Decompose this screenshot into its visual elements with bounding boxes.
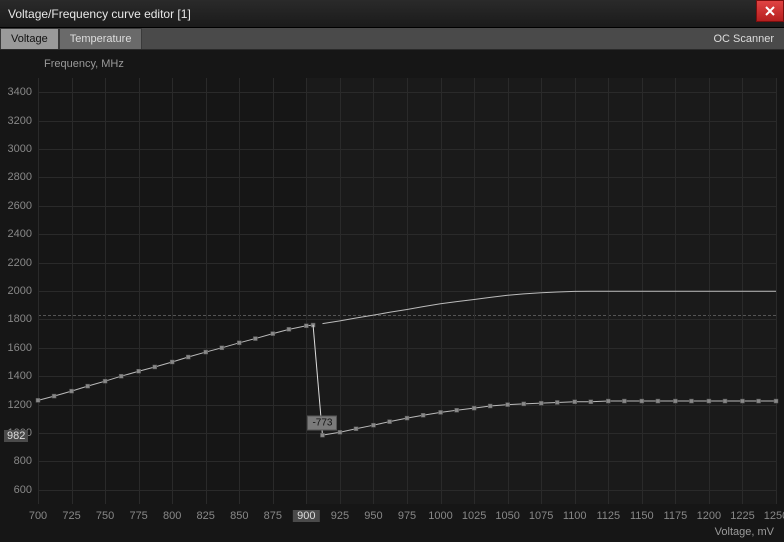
tab-temperature[interactable]: Temperature [59,28,143,49]
y-axis-label: Frequency, MHz [44,58,124,70]
gridline-vertical [776,78,777,504]
close-icon [765,6,775,16]
x-tick-label: 825 [197,510,215,522]
x-tick-label: 975 [398,510,416,522]
x-tick-label: 1075 [529,510,553,522]
y-tick-label: 1600 [0,342,34,354]
oc-scanner-label: OC Scanner [713,33,774,45]
x-tick-label: 925 [331,510,349,522]
y-tick-label: 1400 [0,370,34,382]
x-tick-label: 750 [96,510,114,522]
x-tick-label: 1225 [730,510,754,522]
y-tick-label: 2800 [0,171,34,183]
y-tick-label: 3000 [0,143,34,155]
x-tick-label: 950 [364,510,382,522]
x-tick-label: 1100 [563,510,587,522]
x-tick-label: 1150 [630,510,654,522]
x-tick-label: 1050 [495,510,519,522]
x-tick-label: 1175 [664,510,688,522]
chart-area[interactable]: Frequency, MHz Voltage, mV -773 600 800 10… [0,50,784,542]
y-tick-label: 3400 [0,86,34,98]
x-tick-label: 800 [163,510,181,522]
close-button[interactable] [756,0,784,22]
y-tick-label: 2400 [0,228,34,240]
x-tick-label: 1025 [462,510,486,522]
x-tick-label: 700 [29,510,47,522]
x-tick-label: 775 [129,510,147,522]
x-tick-label: 875 [264,510,282,522]
y-tick-label: 800 [0,455,34,467]
x-tick-label: 1000 [428,510,452,522]
x-tick-label: 725 [62,510,80,522]
x-tick-label: 1250 [764,510,784,522]
tab-temperature-label: Temperature [70,33,132,45]
window-title: Voltage/Frequency curve editor [1] [8,7,191,21]
tabrow-spacer [142,28,703,49]
y-tick-label: 3200 [0,115,34,127]
oc-scanner-button[interactable]: OC Scanner [703,28,784,49]
y-tick-label: 2600 [0,200,34,212]
y-tick-highlight: 982 [4,430,28,442]
y-tick-label: 600 [0,484,34,496]
y-tick-label: 2200 [0,257,34,269]
x-tick-label: 1125 [596,510,620,522]
x-tick-label: 1200 [697,510,721,522]
window-titlebar[interactable]: Voltage/Frequency curve editor [1] [0,0,784,28]
tab-voltage[interactable]: Voltage [0,28,59,49]
tab-voltage-label: Voltage [11,33,48,45]
y-tick-label: 1200 [0,399,34,411]
x-tick-highlight: 900 [293,510,319,522]
offset-callout[interactable]: -773 [307,415,337,430]
plot-region[interactable]: -773 [38,78,776,504]
curves-svg [38,78,776,504]
y-tick-label: 1800 [0,313,34,325]
x-axis-label: Voltage, mV [715,526,774,538]
tab-row: Voltage Temperature OC Scanner [0,28,784,50]
y-tick-label: 2000 [0,285,34,297]
x-tick-label: 850 [230,510,248,522]
